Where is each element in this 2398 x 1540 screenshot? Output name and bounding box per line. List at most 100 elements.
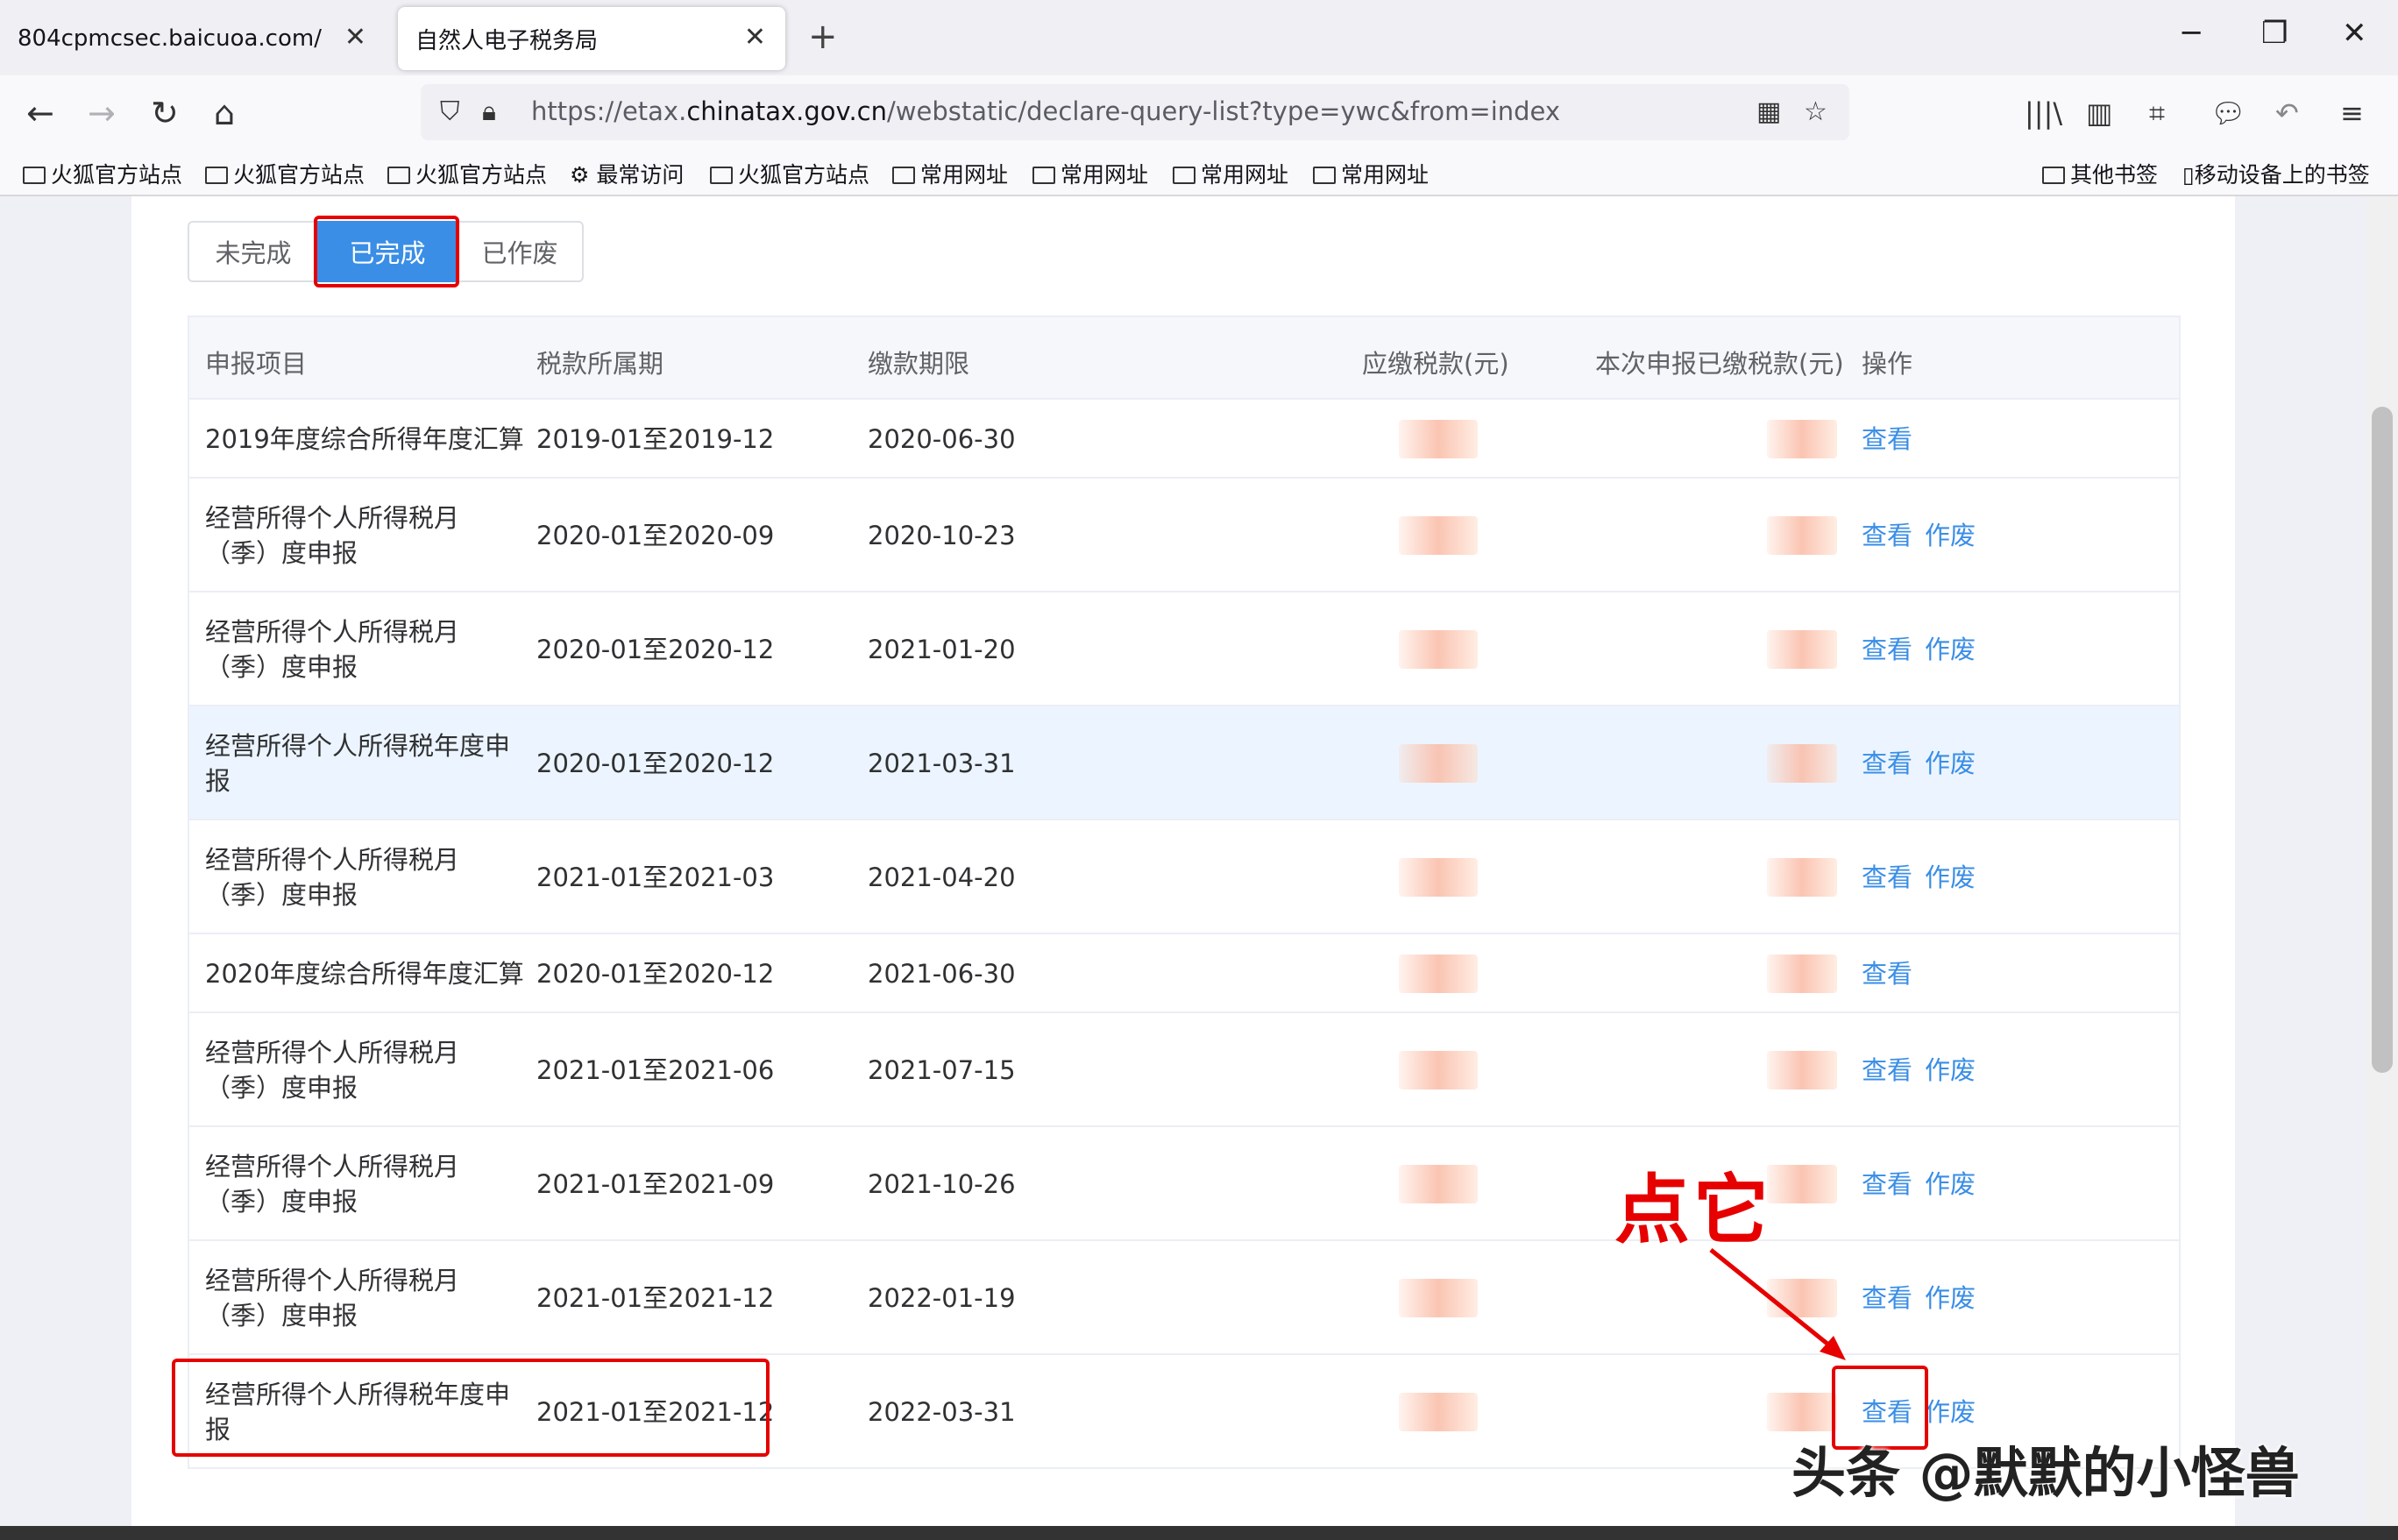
bookmark-folder[interactable]: 常用网址 [1313, 158, 1429, 189]
close-icon[interactable]: ✕ [344, 25, 366, 51]
cell-item: 2020年度综合所得年度汇算 [205, 956, 524, 991]
other-bookmarks[interactable]: 其他书签 [2042, 158, 2158, 189]
screenshot-icon[interactable]: ⌗ [2149, 91, 2165, 135]
home-icon[interactable]: ⌂ [214, 91, 235, 135]
bookmark-folder[interactable]: 火狐官方站点 [205, 158, 365, 189]
cell-item-line: 经营所得个人所得税月 [205, 617, 460, 647]
back-icon[interactable]: ← [26, 91, 54, 135]
cell-period: 2019-01至2019-12 [536, 424, 775, 454]
void-link[interactable]: 作废 [1925, 518, 1976, 553]
cell-item-line: 经营所得个人所得税年度申 [205, 731, 511, 761]
folder-icon [23, 167, 46, 184]
cell-item: 经营所得个人所得税月 （季）度申报 [205, 1149, 459, 1219]
view-link[interactable]: 查看 [1862, 860, 1912, 895]
table-row[interactable]: 经营所得个人所得税年度申报 2020-01至2020-12 2021-03-31 查看… [189, 706, 2179, 820]
void-link[interactable]: 作废 [1925, 860, 1976, 895]
redacted-amount [1767, 420, 1837, 458]
void-link[interactable]: 作废 [1925, 1167, 1976, 1202]
cell-deadline: 2021-07-15 [868, 1055, 1016, 1085]
view-link[interactable]: 查看 [1862, 1167, 1912, 1202]
shield-icon[interactable]: ⛉ [440, 96, 460, 127]
tab-voided[interactable]: 已作废 [456, 221, 584, 282]
new-tab-icon[interactable]: + [808, 19, 838, 54]
window-close-icon[interactable]: ✕ [2342, 16, 2367, 51]
bookmark-folder[interactable]: 常用网址 [1173, 158, 1288, 189]
void-link[interactable]: 作废 [1925, 1395, 1976, 1430]
cell-item-line: （季）度申报 [205, 1073, 358, 1103]
library-icon[interactable]: |||\ [2025, 91, 2062, 135]
cell-item-line: 经营所得个人所得税月 [205, 1152, 460, 1182]
void-link[interactable]: 作废 [1925, 1281, 1976, 1316]
browser-tab-2[interactable]: 自然人电子税务局 ✕ [398, 7, 785, 70]
url-text[interactable]: https://etax.chinatax.gov.cn/webstatic/d… [531, 96, 1560, 126]
redacted-amount [1767, 1165, 1837, 1203]
lock-icon[interactable]: 🔒︎ [482, 96, 496, 127]
table-row[interactable]: 经营所得个人所得税月 （季）度申报 2021-01至2021-03 2021-04-2… [189, 820, 2179, 934]
forward-icon[interactable]: → [88, 91, 116, 135]
view-link[interactable]: 查看 [1862, 422, 1912, 457]
qr-code-icon[interactable]: ▦ [1756, 96, 1781, 127]
cell-deadline: 2021-01-20 [868, 635, 1016, 664]
col-header: 申报项目 [205, 349, 308, 379]
menu-icon[interactable]: ≡ [2340, 91, 2364, 135]
nav-bar: ← → ↻ ⌂ ⛉ 🔒︎ https://etax.chinatax.gov.c… [0, 75, 2398, 151]
bookmark-folder[interactable]: 常用网址 [892, 158, 1008, 189]
minimize-icon[interactable]: ─ [2182, 16, 2200, 51]
declaration-table: 申报项目 税款所属期 缴款期限 应缴税款(元) 本次申报已缴税款(元) 操作 2… [188, 316, 2181, 1469]
void-link[interactable]: 作废 [1925, 746, 1976, 781]
view-link[interactable]: 查看 [1862, 1053, 1912, 1088]
highlight-box [314, 216, 459, 287]
redacted-amount [1399, 1051, 1478, 1089]
watermark: 头条 @默默的小怪兽 [1791, 1441, 2300, 1505]
scrollbar[interactable] [2366, 196, 2398, 1540]
redacted-amount [1767, 516, 1837, 555]
star-icon[interactable]: ☆ [1804, 96, 1827, 127]
reload-icon[interactable]: ↻ [151, 91, 179, 135]
scrollbar-thumb[interactable] [2372, 407, 2393, 1073]
folder-icon [387, 167, 410, 184]
bookmark-most-visited[interactable]: ⚙ 最常访问 [570, 158, 684, 189]
cell-item-line: （季）度申报 [205, 538, 358, 568]
cell-deadline: 2020-10-23 [868, 521, 1016, 550]
table-row[interactable]: 2020年度综合所得年度汇算 2020-01至2020-12 2021-06-30 查… [189, 934, 2179, 1013]
redacted-amount [1767, 1393, 1837, 1431]
undo-icon[interactable]: ↶ [2275, 91, 2299, 135]
redacted-amount [1767, 744, 1837, 783]
restore-icon[interactable]: ❐ [2261, 16, 2288, 51]
cell-period: 2020-01至2020-12 [536, 959, 775, 989]
tab-label: 804cpmcsec.baicuoa.com/ [18, 25, 322, 52]
url-bar[interactable]: ⛉ 🔒︎ https://etax.chinatax.gov.cn/websta… [421, 84, 1849, 140]
cell-item-line: 报 [205, 766, 231, 796]
cell-deadline: 2021-10-26 [868, 1169, 1016, 1199]
browser-tab-1[interactable]: 804cpmcsec.baicuoa.com/ ✕ [0, 7, 386, 70]
cell-period: 2021-01至2021-12 [536, 1283, 775, 1313]
table-row[interactable]: 经营所得个人所得税月 （季）度申报 2020-01至2020-12 2021-01-2… [189, 593, 2179, 706]
mobile-bookmarks[interactable]: ▯移动设备上的书签 [2182, 158, 2370, 189]
view-link[interactable]: 查看 [1862, 746, 1912, 781]
folder-icon [710, 167, 733, 184]
chat-icon[interactable]: 💬︎ [2210, 91, 2246, 135]
bookmark-folder[interactable]: 火狐官方站点 [23, 158, 182, 189]
void-link[interactable]: 作废 [1925, 1053, 1976, 1088]
bookmark-folder[interactable]: 常用网址 [1032, 158, 1148, 189]
bookmark-folder[interactable]: 火狐官方站点 [710, 158, 869, 189]
cell-item-line: 2019年度综合所得年度汇算 [205, 424, 524, 454]
void-link[interactable]: 作废 [1925, 632, 1976, 667]
cell-item: 经营所得个人所得税月 （季）度申报 [205, 842, 459, 912]
table-row[interactable]: 经营所得个人所得税月 （季）度申报 2021-01至2021-06 2021-07-1… [189, 1013, 2179, 1127]
cell-item-line: 经营所得个人所得税月 [205, 503, 460, 533]
view-link[interactable]: 查看 [1862, 632, 1912, 667]
table-row[interactable]: 2019年度综合所得年度汇算 2019-01至2019-12 2020-06-30 查… [189, 400, 2179, 479]
table-row[interactable]: 经营所得个人所得税月 （季）度申报 2021-01至2021-12 2022-01-1… [189, 1241, 2179, 1355]
cell-item-line: （季）度申报 [205, 652, 358, 682]
bookmark-folder[interactable]: 火狐官方站点 [387, 158, 547, 189]
view-link[interactable]: 查看 [1862, 518, 1912, 553]
table-row[interactable]: 经营所得个人所得税月 （季）度申报 2020-01至2020-09 2020-10-2… [189, 479, 2179, 593]
table-row[interactable]: 经营所得个人所得税月 （季）度申报 2021-01至2021-09 2021-10-2… [189, 1127, 2179, 1241]
view-link[interactable]: 查看 [1862, 956, 1912, 991]
tab-incomplete[interactable]: 未完成 [188, 221, 319, 282]
redacted-amount [1399, 744, 1478, 783]
view-link[interactable]: 查看 [1862, 1281, 1912, 1316]
sidebar-icon[interactable]: ▥ [2086, 91, 2112, 135]
close-icon[interactable]: ✕ [744, 25, 766, 51]
